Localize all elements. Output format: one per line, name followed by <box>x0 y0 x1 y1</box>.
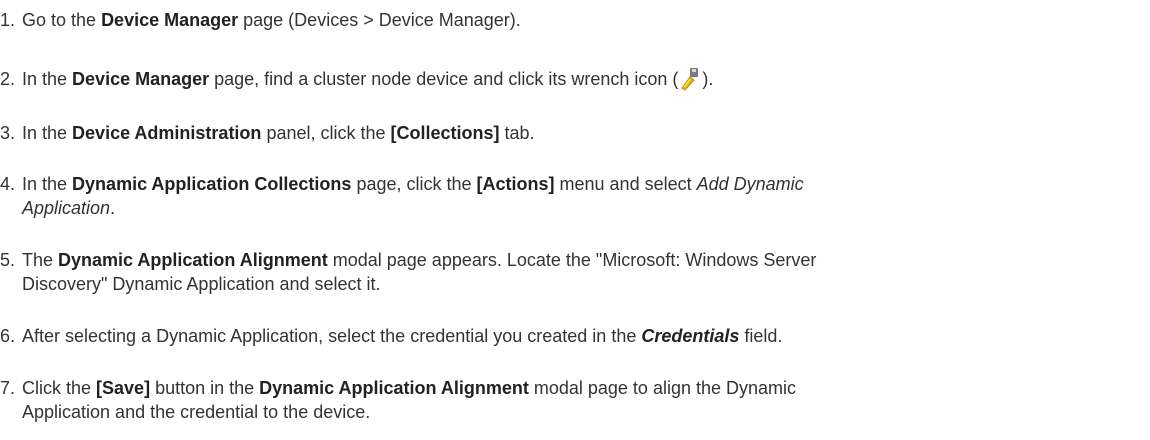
step-text: In the Device Manager page, find a clust… <box>22 67 1112 91</box>
step-text: In the Dynamic Application Collections p… <box>22 172 1112 220</box>
ui-term: Device Administration <box>72 123 262 143</box>
text-segment: In the <box>22 174 73 194</box>
step-text: The Dynamic Application Alignment modal … <box>22 248 1112 296</box>
ui-term: Dynamic Application Alignment <box>259 378 529 398</box>
text-segment: Discovery" Dynamic Application and selec… <box>22 274 381 294</box>
text-segment: modal page appears. Locate the "Microsof… <box>327 250 817 270</box>
step-text: In the Device Administration panel, clic… <box>22 121 1112 145</box>
text-segment: tab. <box>499 123 535 143</box>
text-segment: Go to the <box>22 10 102 30</box>
text-segment: The <box>22 250 59 270</box>
ui-term: Device Manager <box>101 10 239 30</box>
wrench-icon <box>681 68 699 91</box>
text-segment: . <box>110 198 116 218</box>
text-segment: ). <box>702 69 714 89</box>
ui-term: Add Dynamic <box>696 174 804 194</box>
ui-term: Application <box>22 198 111 218</box>
step-text: Go to the Device Manager page (Devices >… <box>22 8 1112 32</box>
field-name: Credentials <box>641 326 740 346</box>
text-segment: modal page to align the Dynamic <box>528 378 797 398</box>
text-segment: After selecting a Dynamic Application, s… <box>22 326 642 346</box>
text-segment: In the <box>22 69 73 89</box>
instruction-steps: 1. Go to the Device Manager page (Device… <box>0 0 1150 440</box>
ui-term: Device Manager <box>72 69 210 89</box>
text-segment: page, click the <box>351 174 477 194</box>
text-segment: Click the <box>22 378 97 398</box>
text-segment: page (Devices > Device Manager). <box>238 10 521 30</box>
ui-term: Dynamic Application Collections <box>72 174 352 194</box>
step-number: 7. <box>0 378 16 398</box>
step-number: 6. <box>0 326 16 346</box>
step-number: 5. <box>0 250 16 270</box>
text-segment: field. <box>739 326 783 346</box>
text-segment: Application and the credential to the de… <box>22 402 371 422</box>
ui-term: [Collections] <box>390 123 500 143</box>
step-number: 4. <box>0 174 16 194</box>
text-segment: menu and select <box>554 174 697 194</box>
step-number: 2. <box>0 69 16 89</box>
text-segment: In the <box>22 123 73 143</box>
text-segment: page, find a cluster node device and cli… <box>209 69 679 89</box>
text-segment: button in the <box>150 378 260 398</box>
text-segment: panel, click the <box>261 123 391 143</box>
step-text: After selecting a Dynamic Application, s… <box>22 324 1112 348</box>
ui-term: Dynamic Application Alignment <box>58 250 328 270</box>
step-number: 3. <box>0 123 16 143</box>
ui-term: [Actions] <box>476 174 555 194</box>
ui-term: [Save] <box>96 378 151 398</box>
step-number: 1. <box>0 10 16 30</box>
step-text: Click the [Save] button in the Dynamic A… <box>22 376 1112 424</box>
